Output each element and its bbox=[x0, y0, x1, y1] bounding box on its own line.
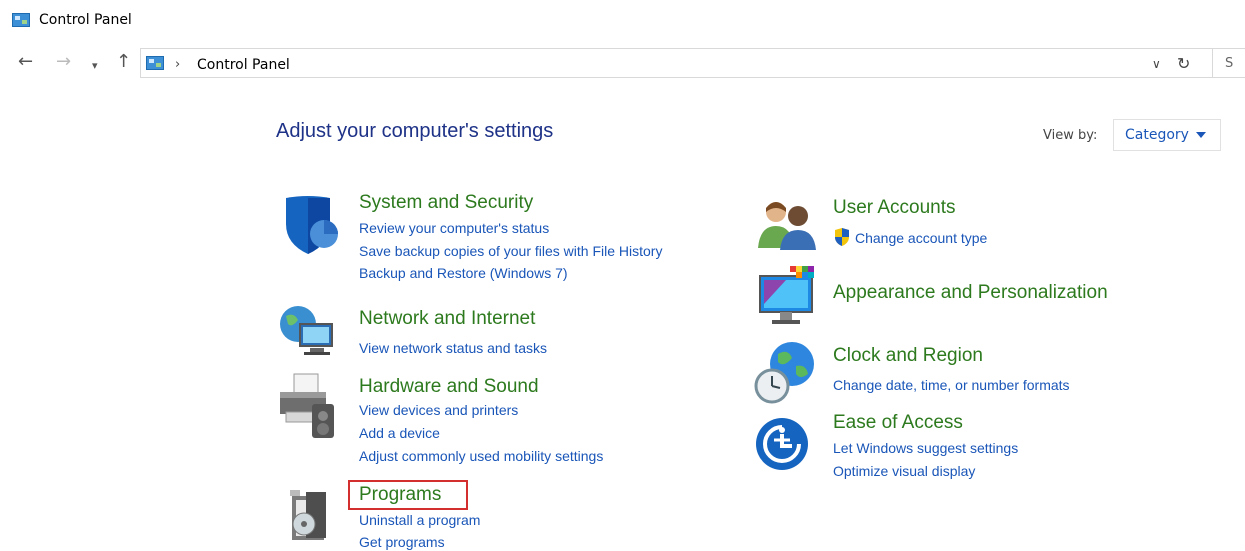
highlight-box bbox=[348, 480, 468, 510]
programs-box-icon[interactable] bbox=[284, 486, 344, 546]
breadcrumb-chevron-icon[interactable]: › bbox=[175, 57, 180, 72]
category-user-accounts[interactable]: User Accounts bbox=[833, 197, 956, 219]
category-appearance-and-personalization[interactable]: Appearance and Personalization bbox=[833, 282, 1108, 304]
chevron-down-icon bbox=[1196, 132, 1206, 138]
title-bar: Control Panel bbox=[0, 0, 1245, 44]
view-by-label: View by: bbox=[1043, 128, 1098, 143]
link-optimize-visual-display[interactable]: Optimize visual display bbox=[833, 463, 975, 479]
ease-of-access-icon[interactable] bbox=[754, 416, 810, 472]
search-input[interactable]: S bbox=[1212, 48, 1245, 78]
link-get-programs[interactable]: Get programs bbox=[359, 534, 445, 550]
category-ease-of-access[interactable]: Ease of Access bbox=[833, 412, 963, 434]
globe-network-icon[interactable] bbox=[276, 300, 342, 362]
link-uninstall-program[interactable]: Uninstall a program bbox=[359, 512, 480, 528]
address-dropdown-icon[interactable]: ∨ bbox=[1152, 57, 1161, 71]
forward-button[interactable]: → bbox=[56, 52, 71, 72]
link-devices-printers[interactable]: View devices and printers bbox=[359, 402, 518, 418]
control-panel-icon bbox=[12, 13, 30, 27]
shield-icon bbox=[835, 228, 849, 246]
view-by-dropdown[interactable]: Category bbox=[1113, 119, 1221, 151]
link-file-history[interactable]: Save backup copies of your files with Fi… bbox=[359, 243, 662, 259]
window-title: Control Panel bbox=[39, 12, 132, 28]
control-panel-icon bbox=[146, 56, 164, 70]
shield-icon[interactable] bbox=[278, 194, 344, 256]
category-clock-and-region[interactable]: Clock and Region bbox=[833, 345, 983, 367]
link-add-device[interactable]: Add a device bbox=[359, 425, 440, 441]
link-network-status[interactable]: View network status and tasks bbox=[359, 340, 547, 356]
printer-speaker-icon[interactable] bbox=[276, 372, 346, 442]
breadcrumb[interactable]: Control Panel bbox=[197, 57, 290, 73]
clock-globe-icon[interactable] bbox=[752, 340, 818, 406]
monitor-palette-icon[interactable] bbox=[756, 264, 822, 328]
view-by-value: Category bbox=[1125, 127, 1189, 143]
link-windows-suggest-settings[interactable]: Let Windows suggest settings bbox=[833, 440, 1018, 456]
address-bar[interactable] bbox=[140, 48, 1230, 78]
page-title: Adjust your computer's settings bbox=[276, 120, 554, 142]
users-icon[interactable] bbox=[756, 196, 820, 252]
category-network-and-internet[interactable]: Network and Internet bbox=[359, 308, 535, 330]
link-change-date-formats[interactable]: Change date, time, or number formats bbox=[833, 377, 1070, 393]
category-hardware-and-sound[interactable]: Hardware and Sound bbox=[359, 376, 539, 398]
link-change-account-type[interactable]: Change account type bbox=[855, 230, 987, 246]
recent-locations-dropdown[interactable]: ▾ bbox=[92, 56, 98, 76]
link-review-status[interactable]: Review your computer's status bbox=[359, 220, 549, 236]
refresh-icon[interactable]: ↻ bbox=[1177, 54, 1190, 73]
link-backup-restore[interactable]: Backup and Restore (Windows 7) bbox=[359, 265, 568, 281]
up-button[interactable]: ↑ bbox=[116, 52, 131, 72]
category-system-and-security[interactable]: System and Security bbox=[359, 192, 533, 214]
link-mobility-settings[interactable]: Adjust commonly used mobility settings bbox=[359, 448, 603, 464]
back-button[interactable]: ← bbox=[18, 52, 33, 72]
